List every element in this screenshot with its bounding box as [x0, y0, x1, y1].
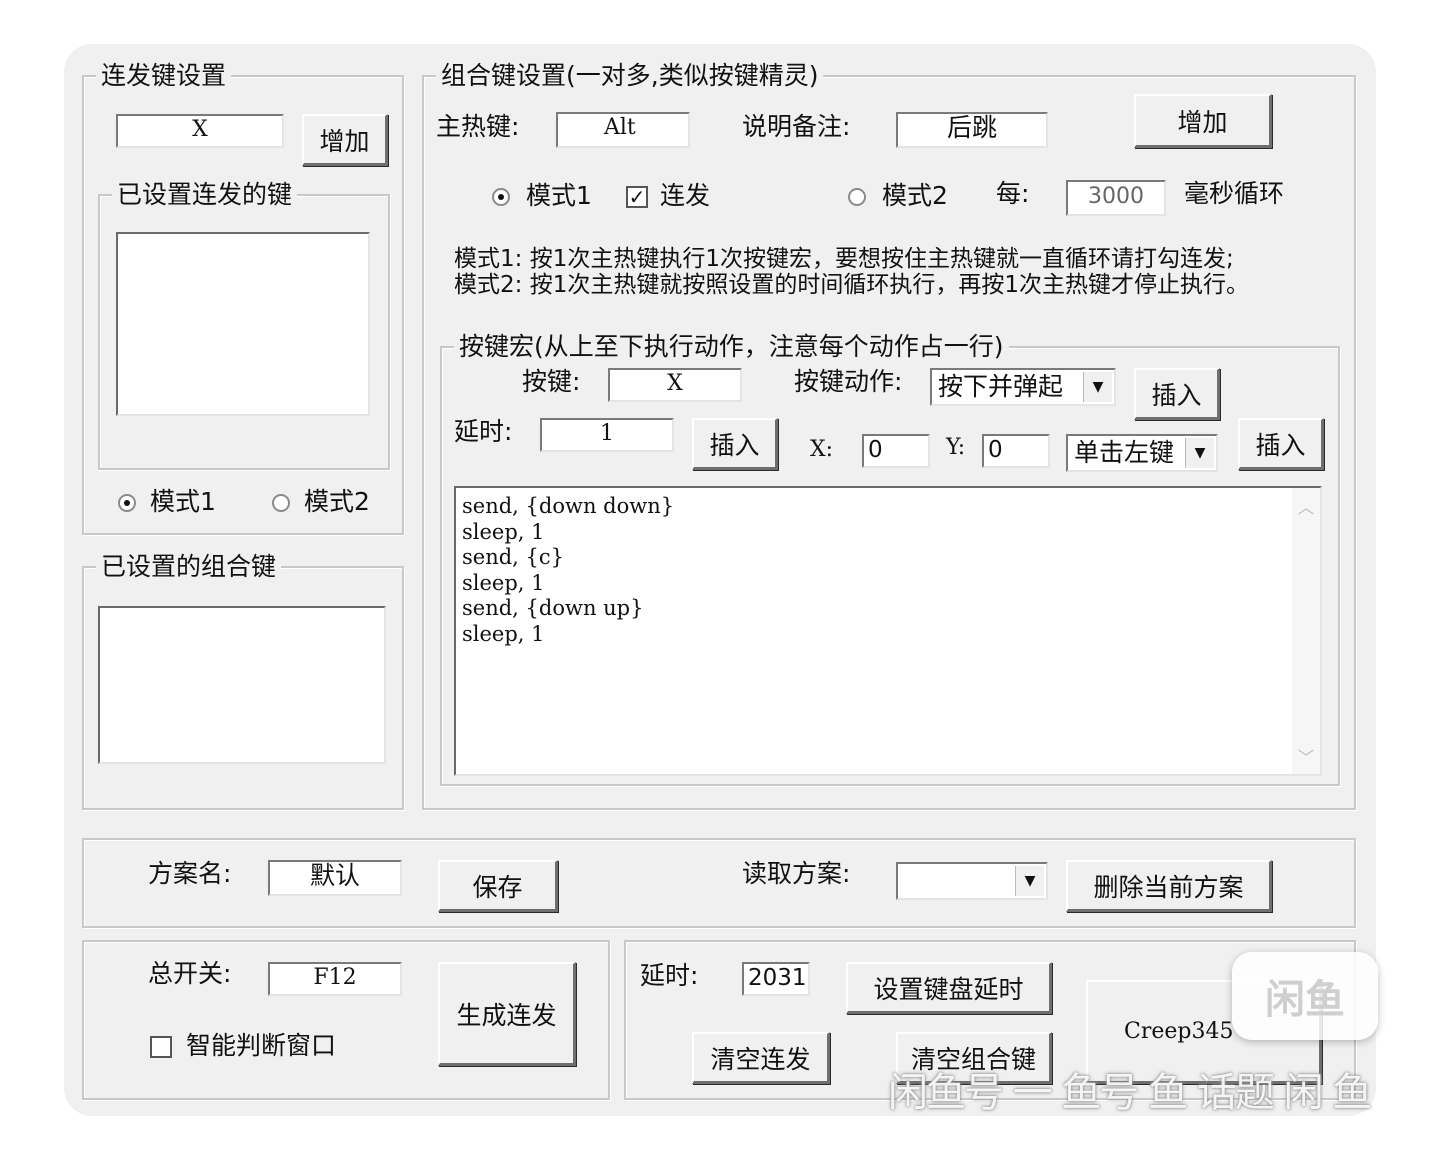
- macro-delay-input[interactable]: 1: [540, 418, 674, 452]
- macro-line: send, {c}: [462, 545, 565, 570]
- combo-mode1-radio[interactable]: [492, 188, 510, 206]
- combo-mode2-radio[interactable]: [848, 188, 866, 206]
- repeat-label: 连发: [660, 181, 711, 210]
- rapid-mode1-label: 模式1: [150, 487, 216, 516]
- macro-editor[interactable]: send, {down down} sleep, 1 send, {c} sle…: [454, 486, 1322, 776]
- credit-label: Creep345: [1124, 1019, 1234, 1044]
- master-switch-label: 总开关:: [148, 959, 232, 988]
- set-combo-title: 已设置的组合键: [96, 551, 282, 583]
- x-input[interactable]: 0: [862, 434, 930, 468]
- load-scheme-label: 读取方案:: [742, 859, 851, 888]
- rapid-mode1-radio[interactable]: [118, 494, 136, 512]
- generate-button[interactable]: 生成连发: [438, 962, 576, 1066]
- rapid-mode2-label: 模式2: [304, 487, 370, 516]
- set-combo-list[interactable]: [98, 606, 386, 764]
- set-rapid-keys-list[interactable]: [116, 232, 370, 416]
- save-button[interactable]: 保存: [438, 860, 558, 912]
- insert-key-button[interactable]: 插入: [1134, 368, 1220, 420]
- hotkey-label: 主热键:: [436, 112, 520, 141]
- insert-delay-button[interactable]: 插入: [692, 418, 778, 470]
- macro-line: send, {down up}: [462, 596, 644, 621]
- delete-scheme-button[interactable]: 删除当前方案: [1066, 860, 1272, 912]
- keyboard-delay-label: 延时:: [640, 961, 699, 990]
- y-label: Y:: [946, 435, 966, 460]
- rapid-add-button[interactable]: 增加: [302, 114, 388, 166]
- macro-action-value: 按下并弹起: [938, 372, 1064, 401]
- hotkey-input[interactable]: Alt: [556, 112, 690, 148]
- keyboard-delay-input[interactable]: 2031: [742, 962, 810, 996]
- every-label: 每:: [996, 179, 1030, 208]
- macro-line: sleep, 1: [462, 570, 545, 595]
- watermark-text: 闲鱼号 一 鱼号 鱼 话题 闲 鱼: [888, 1070, 1372, 1116]
- mode1-description: 模式1: 按1次主热键执行1次按键宏，要想按住主热键就一直循环请打勾连发;: [454, 246, 1234, 272]
- combo-add-button[interactable]: 增加: [1134, 94, 1272, 148]
- chevron-up-icon[interactable]: ︿: [1292, 494, 1320, 518]
- rapid-key-input[interactable]: X: [116, 114, 284, 148]
- note-input[interactable]: 后跳: [896, 112, 1048, 148]
- clear-rapid-button[interactable]: 清空连发: [692, 1032, 830, 1084]
- note-label: 说明备注:: [742, 112, 851, 141]
- chevron-down-icon[interactable]: ▼: [1015, 866, 1044, 896]
- macro-key-label: 按键:: [522, 367, 581, 396]
- chevron-down-icon[interactable]: ▼: [1083, 372, 1112, 402]
- combo-mode2-label: 模式2: [882, 181, 948, 210]
- macro-action-select[interactable]: 按下并弹起 ▼: [930, 368, 1116, 406]
- y-input[interactable]: 0: [982, 434, 1050, 468]
- combo-settings-title: 组合键设置(一对多,类似按键精灵): [436, 60, 824, 92]
- macro-delay-label: 延时:: [454, 417, 513, 446]
- app-window: 连发键设置 X 增加 已设置连发的键 模式1 模式2 已设置的组合键 组合键设置…: [64, 44, 1376, 1116]
- macro-line: sleep, 1: [462, 621, 545, 646]
- load-scheme-select[interactable]: ▼: [896, 862, 1048, 900]
- scrollbar[interactable]: ︿ ﹀: [1292, 488, 1320, 774]
- watermark-logo: 闲鱼: [1232, 952, 1378, 1040]
- set-keyboard-delay-button[interactable]: 设置键盘延时: [846, 962, 1052, 1014]
- x-label: X:: [810, 437, 834, 462]
- interval-input[interactable]: 3000: [1066, 180, 1166, 216]
- rapid-mode2-radio[interactable]: [272, 494, 290, 512]
- scheme-name-label: 方案名:: [148, 859, 232, 888]
- chevron-down-icon[interactable]: ▼: [1185, 438, 1214, 468]
- master-switch-input[interactable]: F12: [268, 962, 402, 996]
- combo-mode1-label: 模式1: [526, 181, 592, 210]
- scheme-name-input[interactable]: 默认: [268, 860, 402, 896]
- click-type-value: 单击左键: [1074, 438, 1175, 467]
- macro-action-label: 按键动作:: [794, 367, 903, 396]
- smart-window-checkbox[interactable]: [150, 1036, 172, 1058]
- mode2-description: 模式2: 按1次主热键就按照设置的时间循环执行，再按1次主热键才停止执行。: [454, 272, 1249, 298]
- macro-line: sleep, 1: [462, 519, 545, 544]
- macro-line: send, {down down}: [462, 494, 675, 518]
- rapid-fire-title: 连发键设置: [96, 60, 232, 92]
- smart-window-label: 智能判断窗口: [186, 1031, 337, 1060]
- repeat-checkbox[interactable]: ✓: [626, 186, 648, 208]
- ms-loop-label: 毫秒循环: [1184, 179, 1285, 208]
- click-type-select[interactable]: 单击左键 ▼: [1066, 434, 1218, 472]
- insert-mouse-button[interactable]: 插入: [1238, 418, 1324, 470]
- chevron-down-icon[interactable]: ﹀: [1292, 744, 1320, 768]
- macro-title: 按键宏(从上至下执行动作，注意每个动作占一行): [454, 331, 1009, 363]
- set-rapid-keys-title: 已设置连发的键: [112, 179, 298, 211]
- macro-key-input[interactable]: X: [608, 368, 742, 402]
